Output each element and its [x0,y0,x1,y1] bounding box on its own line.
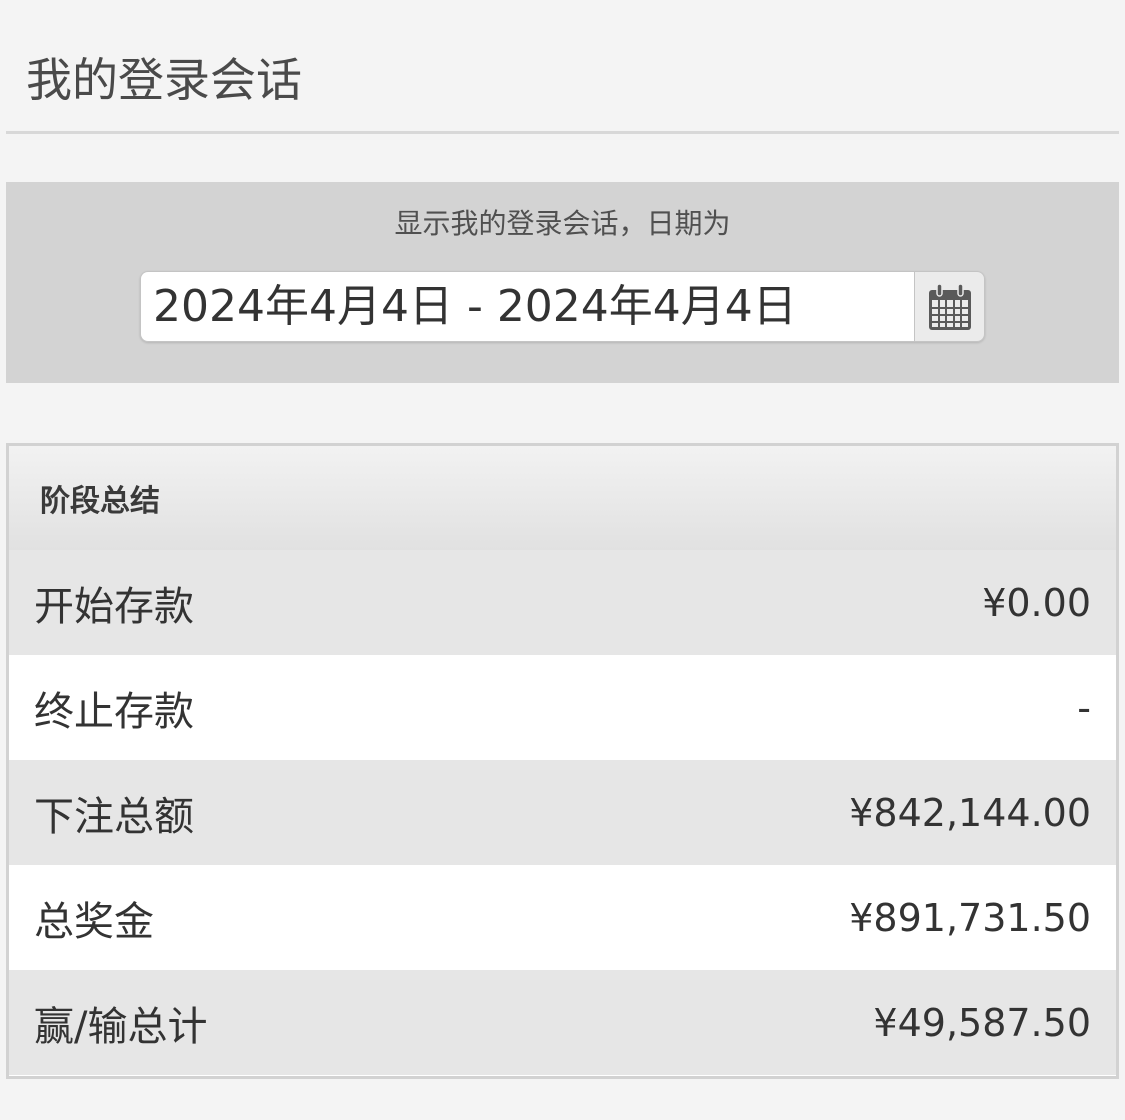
summary-row-net-win-loss: 赢/输总计 ¥49,587.50 [9,970,1116,1075]
summary-row-total-bets: 下注总额 ¥842,144.00 [9,760,1116,865]
row-value: - [1077,685,1091,730]
calendar-button[interactable] [914,271,985,342]
row-value: ¥891,731.50 [849,895,1091,940]
date-filter-panel: 显示我的登录会话，日期为 2024年4月4日 - 2024年4月4日 [6,182,1119,383]
row-label: 终止存款 [34,688,194,735]
row-value: ¥842,144.00 [849,790,1091,835]
summary-title: 阶段总结 [9,446,1116,550]
period-summary-table: 阶段总结 开始存款 ¥0.00 终止存款 - 下注总额 ¥842,144.00 … [6,443,1119,1079]
summary-row-closing-deposit: 终止存款 - [9,655,1116,760]
row-label: 赢/输总计 [34,1003,208,1050]
summary-row-opening-deposit: 开始存款 ¥0.00 [9,550,1116,655]
row-value: ¥49,587.50 [873,1000,1091,1045]
row-label: 开始存款 [34,583,194,630]
summary-row-total-winnings: 总奖金 ¥891,731.50 [9,865,1116,970]
filter-label: 显示我的登录会话，日期为 [394,207,731,240]
page-header: 我的登录会话 [6,0,1119,134]
page-title: 我的登录会话 [26,53,302,107]
calendar-icon [928,282,971,330]
date-range-picker[interactable]: 2024年4月4日 - 2024年4月4日 [140,271,985,342]
row-label: 总奖金 [34,898,154,945]
row-value: ¥0.00 [982,580,1091,625]
date-range-input[interactable]: 2024年4月4日 - 2024年4月4日 [140,271,914,342]
row-label: 下注总额 [34,793,194,840]
